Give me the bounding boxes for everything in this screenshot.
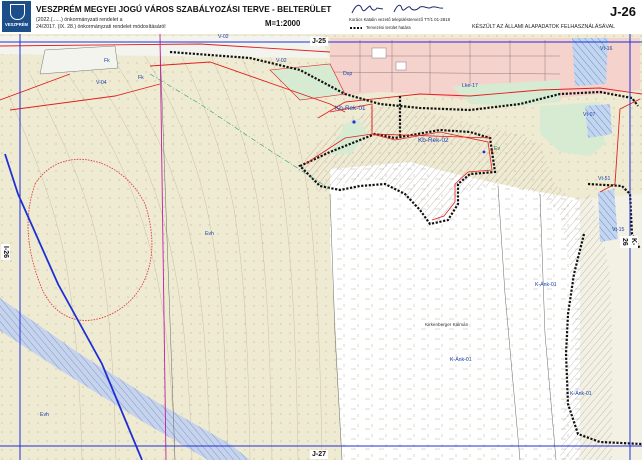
basemap-note: KÉSZÜLT AZ ÁLLAMI ALAPADATOK FELHASZNÁLÁ…	[472, 24, 616, 30]
map-canvas: J-25 J-27 I-26 K-26 Kb-Rek-01 Kb-Rek-02 …	[0, 34, 642, 460]
zone-v-02-b: V-02	[276, 58, 287, 64]
zone-kb-rek-02: Kb-Rek-02	[418, 137, 449, 144]
zone-vt-15: Vt-15	[612, 227, 625, 233]
veszprem-logo: VESZPRÉM	[2, 1, 31, 32]
logo-text: VESZPRÉM	[4, 22, 29, 27]
place-name: Kirkenberger Kálmán	[425, 322, 469, 327]
designer-signature	[351, 4, 444, 14]
zone-fk-b: Fk	[138, 75, 144, 81]
zone-k-ank-01-b: K-Ánk-01	[450, 357, 472, 363]
plan-subtitle-line-1: (2022.(......) önkormányzati rendelet a	[36, 17, 123, 23]
zone-kb-rek-01: Kb-Rek-01	[335, 105, 366, 112]
zone-evh-1: Evh	[205, 231, 214, 237]
zone-dsp: Dsp	[343, 71, 353, 77]
sheet-label-north: J-25	[310, 37, 329, 46]
zone-ev: Ev	[494, 146, 501, 152]
zone-v-02-a: V-02	[218, 34, 229, 40]
map-sheet: VESZPRÉM VESZPRÉM MEGYEI JOGÚ VÁROS SZAB…	[0, 0, 642, 460]
legend-planning-boundary: Tervezési terület határa	[366, 25, 411, 30]
zone-vt-07: Vt-07	[583, 112, 596, 118]
zone-vt-51: Vt-51	[598, 176, 611, 182]
title-block: VESZPRÉM VESZPRÉM MEGYEI JOGÚ VÁROS SZAB…	[0, 0, 642, 35]
zone-k-ank-01-a: K-Ánk-01	[535, 282, 557, 288]
zone-evh-2: Evh	[40, 412, 49, 418]
plan-title: VESZPRÉM MEGYEI JOGÚ VÁROS SZABÁLYOZÁSI …	[36, 4, 332, 14]
zone-lke-17: Lke-17	[462, 83, 478, 89]
zone-v-04: V-04	[96, 80, 107, 86]
zone-vt-16: Vt-16	[600, 46, 613, 52]
zone-k-ank-01-c: K-Ánk-01	[570, 391, 592, 397]
plan-subtitle-line-2: 24/2017. (IX. 28.) önkormányzati rendele…	[36, 24, 166, 30]
zone-fk-a: Fk	[104, 58, 110, 64]
designer-credit: Korács Katalin vezető településtervező T…	[349, 17, 450, 22]
sheet-label-east: K-26	[620, 236, 638, 248]
map-scale: M=1:2000	[265, 19, 301, 28]
coat-of-arms-icon	[10, 4, 25, 20]
planning-boundary-swatch	[350, 27, 362, 29]
sheet-label-south: J-27	[310, 450, 329, 459]
sheet-label-west: I-26	[1, 244, 10, 261]
map-graphics	[0, 34, 642, 460]
sheet-number: J-26	[610, 4, 637, 19]
